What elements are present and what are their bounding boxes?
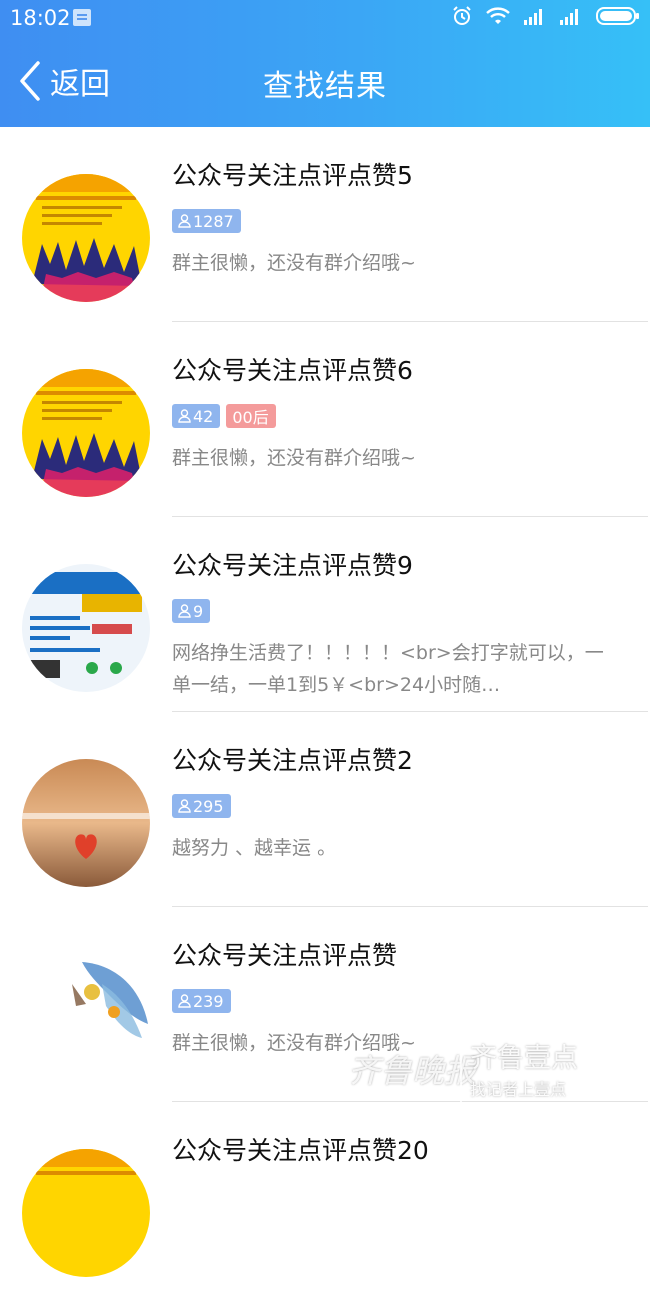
status-icons (452, 6, 640, 26)
group-name: 公众号关注点评点赞 (172, 941, 398, 970)
battery-icon (596, 7, 639, 25)
alarm-icon (453, 6, 471, 25)
group-tags: 9 (172, 599, 640, 623)
group-avatar (22, 759, 150, 887)
group-list-item[interactable]: 公众号关注点评点赞6 42 00后 群主很懒，还没有群介绍哦~ (0, 322, 650, 517)
group-tags: 1287 (172, 209, 640, 233)
group-list-item[interactable]: 公众号关注点评点赞9 9 网络挣生活费了！！！！！<br>会打字就可以，一单一结… (0, 517, 650, 712)
person-icon (178, 604, 191, 618)
app-header: 18:02 返回 查找结果 (0, 0, 650, 127)
group-tags: 42 00后 (172, 404, 640, 428)
group-tags: 295 (172, 794, 640, 818)
group-list-item[interactable]: 公众号关注点评点赞 239 群主很懒，还没有群介绍哦~ (0, 907, 650, 1102)
group-info: 公众号关注点评点赞20 (172, 1134, 640, 1168)
member-count-badge: 239 (172, 989, 231, 1013)
group-name: 公众号关注点评点赞6 (172, 356, 413, 385)
navigation-bar: 返回 查找结果 (0, 38, 650, 127)
search-results-list: 公众号关注点评点赞5 1287 群主很懒，还没有群介绍哦~ 公众号关注点评点赞6… (0, 127, 650, 1297)
notification-icon (73, 9, 91, 26)
group-info: 公众号关注点评点赞6 42 00后 群主很懒，还没有群介绍哦~ (172, 354, 640, 474)
group-avatar (22, 954, 150, 1082)
group-info: 公众号关注点评点赞5 1287 群主很懒，还没有群介绍哦~ (172, 159, 640, 279)
wifi-icon (486, 7, 510, 24)
group-info: 公众号关注点评点赞9 9 网络挣生活费了！！！！！<br>会打字就可以，一单一结… (172, 549, 640, 701)
group-tags: 239 (172, 989, 640, 1013)
group-name: 公众号关注点评点赞2 (172, 746, 413, 775)
group-list-item[interactable]: 公众号关注点评点赞2 295 越努力 、越幸运 。 (0, 712, 650, 907)
status-bar: 18:02 (0, 0, 650, 38)
signal-icon (560, 9, 578, 25)
group-description: 群主很懒，还没有群介绍哦~ (172, 1032, 416, 1054)
group-list-item[interactable]: 公众号关注点评点赞5 1287 群主很懒，还没有群介绍哦~ (0, 127, 650, 322)
group-description: 网络挣生活费了！！！！！<br>会打字就可以，一单一结，一单1到5￥<br>24… (172, 642, 604, 696)
page-title: 查找结果 (263, 69, 387, 104)
group-avatar (22, 1149, 150, 1277)
person-icon (178, 409, 191, 423)
group-name: 公众号关注点评点赞20 (172, 1136, 429, 1165)
group-avatar (22, 564, 150, 692)
group-avatar (22, 174, 150, 302)
signal-icon (524, 9, 542, 25)
member-count-badge: 1287 (172, 209, 241, 233)
group-name: 公众号关注点评点赞5 (172, 161, 413, 190)
member-count-badge: 295 (172, 794, 231, 818)
status-time: 18:02 (10, 6, 71, 30)
group-description: 群主很懒，还没有群介绍哦~ (172, 447, 416, 469)
group-avatar (22, 369, 150, 497)
person-icon (178, 994, 191, 1008)
member-count-badge: 42 (172, 404, 221, 428)
group-info: 公众号关注点评点赞2 295 越努力 、越幸运 。 (172, 744, 640, 864)
group-info: 公众号关注点评点赞 239 群主很懒，还没有群介绍哦~ (172, 939, 640, 1059)
group-description: 群主很懒，还没有群介绍哦~ (172, 252, 416, 274)
group-name: 公众号关注点评点赞9 (172, 551, 413, 580)
group-list-item[interactable]: 公众号关注点评点赞20 (0, 1102, 650, 1297)
member-count-badge: 9 (172, 599, 211, 623)
person-icon (178, 799, 191, 813)
person-icon (178, 214, 191, 228)
group-description: 越努力 、越幸运 。 (172, 837, 337, 859)
age-tag-badge: 00后 (226, 404, 276, 428)
